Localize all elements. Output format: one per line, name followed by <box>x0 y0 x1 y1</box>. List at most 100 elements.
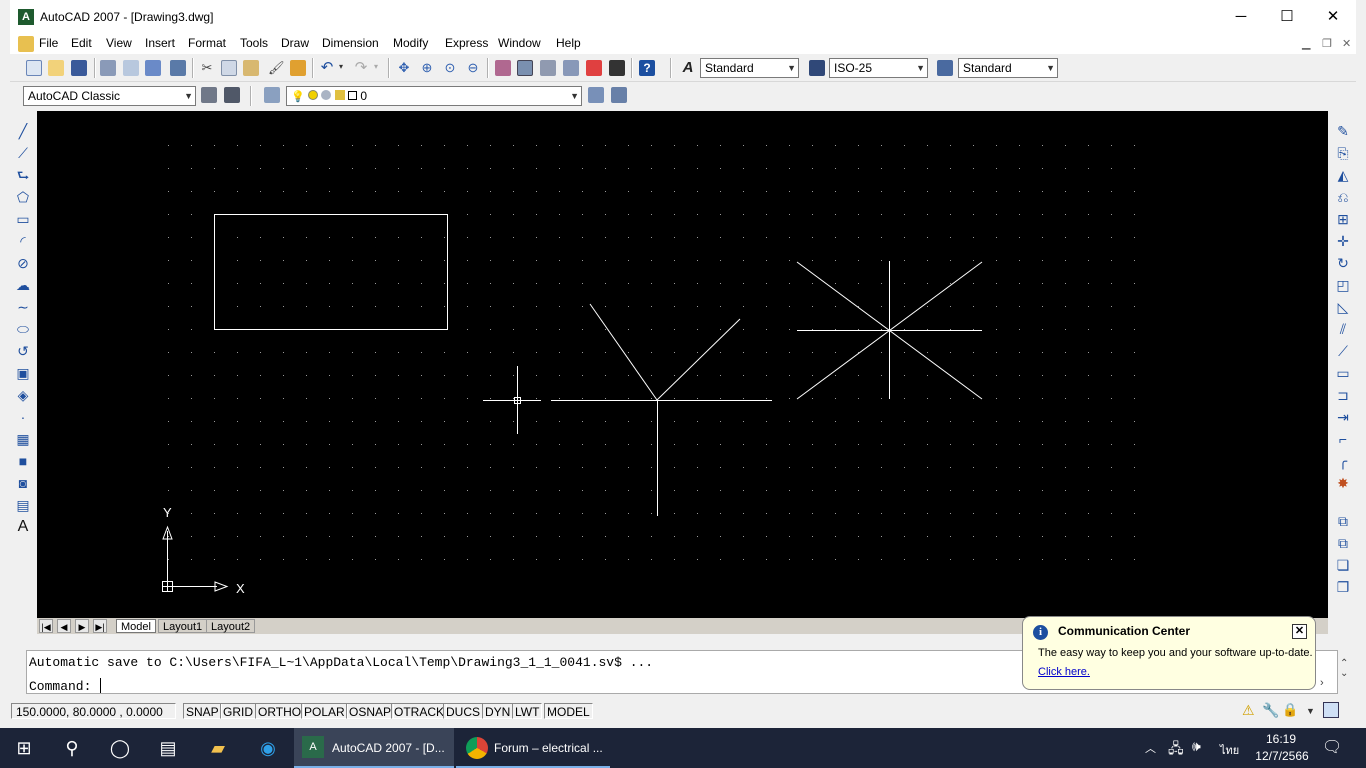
close-button[interactable]: ✕ <box>1310 0 1356 34</box>
cut-icon[interactable]: ✂ <box>199 60 215 76</box>
break-at-point-icon[interactable]: ▭ <box>1335 365 1351 381</box>
rotate-icon[interactable]: ↻ <box>1335 255 1351 271</box>
scroll-right-icon[interactable]: › <box>1320 677 1324 689</box>
drawn-star-shape[interactable] <box>796 261 983 400</box>
grid-toggle[interactable]: GRID <box>220 703 256 719</box>
undo-dropdown-icon[interactable]: ▾ <box>339 62 343 71</box>
drawn-y-shape[interactable] <box>551 303 772 516</box>
menu-window[interactable]: Window <box>498 36 541 50</box>
multiline-text-icon[interactable]: A <box>15 519 31 535</box>
balloon-link[interactable]: Click here. <box>1038 666 1090 678</box>
pan-realtime-icon[interactable]: ✥ <box>396 60 412 76</box>
network-icon[interactable]: 🖧 <box>1168 738 1184 762</box>
dyn-toggle[interactable]: DYN <box>482 703 514 719</box>
paste-icon[interactable] <box>243 60 259 76</box>
zoom-window-icon[interactable]: ⊙ <box>442 60 458 76</box>
region-icon[interactable]: ◙ <box>15 475 31 491</box>
table-style-icon[interactable] <box>937 60 953 76</box>
quickcalc-icon[interactable] <box>609 60 625 76</box>
construction-line-icon[interactable]: ⟋ <box>15 145 31 161</box>
dim-style-select[interactable]: ISO-25 ▼ <box>829 58 928 78</box>
balloon-close-icon[interactable]: ✕ <box>1292 624 1307 639</box>
menu-modify[interactable]: Modify <box>393 36 428 50</box>
last-tab-icon[interactable]: ▶| <box>93 619 107 633</box>
ortho-toggle[interactable]: ORTHO <box>255 703 305 719</box>
drawing-area[interactable]: Y X <box>37 111 1328 618</box>
scale-icon[interactable]: ◰ <box>1335 277 1351 293</box>
insert-block-icon[interactable]: ▣ <box>15 365 31 381</box>
bring-above-icon[interactable]: ❏ <box>1335 557 1351 573</box>
notifications-icon[interactable]: 🗨 <box>1322 737 1342 757</box>
offset-icon[interactable]: ⎌ <box>1335 189 1351 205</box>
menu-draw[interactable]: Draw <box>281 36 309 50</box>
first-tab-icon[interactable]: |◀ <box>39 619 53 633</box>
line-icon[interactable]: ╱ <box>15 123 31 139</box>
cortana-icon[interactable]: ◯ <box>108 736 132 760</box>
menu-view[interactable]: View <box>106 36 132 50</box>
menu-dimension[interactable]: Dimension <box>322 36 379 50</box>
3d-dwf-icon[interactable] <box>170 60 186 76</box>
menu-edit[interactable]: Edit <box>71 36 92 50</box>
markup-icon[interactable] <box>586 60 602 76</box>
layer-select[interactable]: 💡 0 ▼ <box>286 86 582 106</box>
osnap-toggle[interactable]: OSNAP <box>346 703 395 719</box>
gradient-icon[interactable]: ■ <box>15 453 31 469</box>
text-style-select[interactable]: Standard ▼ <box>700 58 799 78</box>
tab-model[interactable]: Model <box>116 619 156 633</box>
tool-palettes-icon[interactable] <box>540 60 556 76</box>
menu-file[interactable]: File <box>39 36 58 50</box>
file-explorer-icon[interactable]: ▰ <box>206 736 230 760</box>
otrack-toggle[interactable]: OTRACK <box>391 703 448 719</box>
tab-layout2[interactable]: Layout2 <box>206 619 256 633</box>
warning-icon[interactable]: ⚠ <box>1242 702 1255 719</box>
table-style-select[interactable]: Standard ▼ <box>958 58 1058 78</box>
menu-help[interactable]: Help <box>556 36 581 50</box>
join-icon[interactable]: ⇥ <box>1335 409 1351 425</box>
task-view-icon[interactable]: ▤ <box>156 736 180 760</box>
polar-toggle[interactable]: POLAR <box>301 703 348 719</box>
clean-screen-icon[interactable] <box>1323 702 1339 718</box>
document-icon[interactable] <box>18 36 34 52</box>
clock-time[interactable]: 16:19 <box>1262 732 1300 746</box>
snap-toggle[interactable]: SNAP <box>183 703 222 719</box>
doc-restore-icon[interactable]: ❐ <box>1322 37 1332 50</box>
draw-order-front-icon[interactable]: ⧉ <box>1335 513 1351 529</box>
workspace-settings-icon[interactable] <box>201 87 217 103</box>
doc-minimize-icon[interactable]: ▁ <box>1302 37 1310 50</box>
scroll-down-icon[interactable]: ⌄ <box>1340 668 1348 679</box>
clock-date[interactable]: 12/7/2566 <box>1252 749 1312 763</box>
properties-icon[interactable] <box>495 60 511 76</box>
taskbar-app-autocad[interactable]: A AutoCAD 2007 - [D... <box>294 728 454 768</box>
copy-object-icon[interactable]: ⎘ <box>1335 145 1351 161</box>
revision-cloud-icon[interactable]: ☁ <box>15 277 31 293</box>
windows-start-icon[interactable]: ⊞ <box>12 736 36 760</box>
undo-icon[interactable]: ↶ <box>319 60 335 76</box>
status-menu-arrow-icon[interactable]: ▼ <box>1306 706 1315 716</box>
coordinates-display[interactable]: 150.0000, 80.0000 , 0.0000 <box>11 703 176 719</box>
lwt-toggle[interactable]: LWT <box>512 703 543 719</box>
explode-icon[interactable]: ✸ <box>1335 475 1351 491</box>
extend-icon[interactable]: ⟋ <box>1335 343 1351 359</box>
doc-close-icon[interactable]: ✕ <box>1342 37 1351 50</box>
wrench-icon[interactable]: 🔧 <box>1262 702 1279 719</box>
tab-layout1[interactable]: Layout1 <box>158 619 208 633</box>
point-icon[interactable]: · <box>15 409 31 425</box>
rectangle-icon[interactable]: ▭ <box>15 211 31 227</box>
menu-tools[interactable]: Tools <box>240 36 268 50</box>
send-under-icon[interactable]: ❐ <box>1335 579 1351 595</box>
model-toggle[interactable]: MODEL <box>544 703 593 719</box>
taskbar-app-chrome[interactable]: Forum – electrical ... <box>456 728 610 768</box>
ellipse-arc-icon[interactable]: ↺ <box>15 343 31 359</box>
ellipse-icon[interactable]: ⬭ <box>15 321 31 337</box>
chamfer-icon[interactable]: ⌐ <box>1335 431 1351 447</box>
polyline-icon[interactable]: ⮑ <box>15 167 31 183</box>
volume-icon[interactable]: 🕪 <box>1192 738 1201 755</box>
sheet-set-icon[interactable] <box>563 60 579 76</box>
redo-icon[interactable]: ↷ <box>353 60 369 76</box>
menu-insert[interactable]: Insert <box>145 36 175 50</box>
input-language[interactable]: ไทย <box>1220 741 1239 759</box>
show-hidden-icons-icon[interactable]: ︿ <box>1145 740 1156 756</box>
redo-dropdown-icon[interactable]: ▾ <box>374 62 378 71</box>
break-icon[interactable]: ⊐ <box>1335 387 1351 403</box>
erase-icon[interactable]: ✎ <box>1335 123 1351 139</box>
